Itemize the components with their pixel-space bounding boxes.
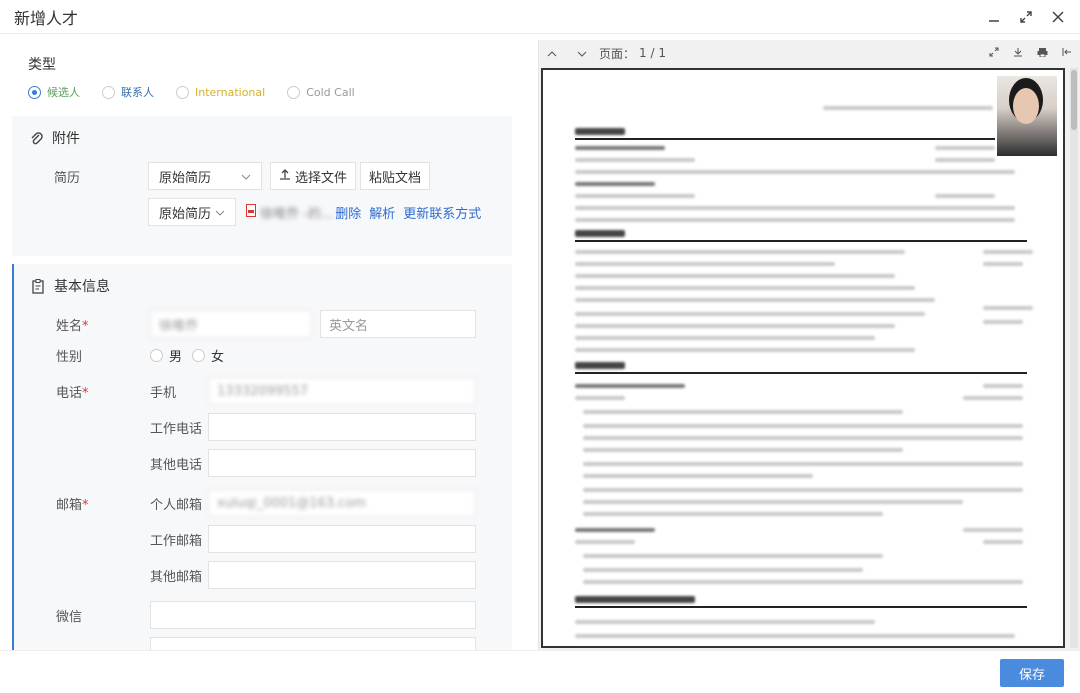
chevron-down-icon[interactable]: [577, 46, 587, 60]
required-mark: *: [82, 385, 89, 401]
radio-label: 候选人: [47, 86, 80, 99]
radio-dot: [28, 85, 41, 99]
resume-document: [541, 68, 1065, 648]
chevron-down-icon: [215, 205, 225, 220]
preview-scrollbar[interactable]: [1070, 68, 1078, 648]
close-icon[interactable]: [1050, 9, 1066, 25]
radio-dot: [192, 349, 206, 362]
gender-radio-female[interactable]: 女: [192, 346, 224, 365]
resume-type-select[interactable]: 原始简历: [148, 162, 262, 190]
talent-form: 类型 候选人 联系人 International Cold Call 附件 简历…: [0, 40, 520, 650]
radio-dot: [287, 85, 301, 99]
dialog-footer: 保存: [0, 650, 1080, 693]
resume-photo: [997, 76, 1057, 156]
label-text: 姓名: [56, 318, 83, 334]
radio-label: 女: [211, 350, 225, 365]
mobile-input[interactable]: 13332099557: [208, 377, 476, 405]
minimize-icon[interactable]: [986, 9, 1002, 25]
radio-label: International: [195, 85, 266, 99]
work-phone-label: 工作电话: [150, 421, 203, 437]
attachment-title: 附件: [52, 131, 80, 147]
chevron-down-icon: [241, 169, 251, 184]
update-contact-link[interactable]: 更新联系方式: [403, 203, 481, 222]
english-name-input[interactable]: 英文名: [320, 310, 476, 338]
attachment-card: 附件 简历 原始简历 选择文件 粘贴文档 原始简历 徐唯乔 -的... 删除 解…: [12, 116, 512, 256]
radio-dot: [102, 85, 115, 99]
clipboard-icon: [30, 278, 46, 294]
choose-file-button[interactable]: 选择文件: [270, 162, 357, 190]
resume-preview-pane: 页面： 1 / 1: [538, 40, 1080, 650]
label-text: 电话: [56, 385, 83, 401]
wechat-label: 微信: [56, 609, 83, 625]
radio-dot: [176, 85, 189, 99]
print-icon[interactable]: [1037, 46, 1048, 60]
name-input[interactable]: 徐唯乔: [150, 310, 312, 338]
scrollbar-thumb[interactable]: [1071, 70, 1077, 130]
radio-label: Cold Call: [306, 85, 355, 99]
extra-input[interactable]: [150, 637, 476, 650]
basic-info-title: 基本信息: [54, 279, 110, 295]
preview-toolbar: 页面： 1 / 1: [539, 40, 1080, 66]
dialog-title-bar: 新增人才: [0, 0, 1080, 34]
expand-icon[interactable]: [1018, 9, 1034, 25]
other-email-label: 其他邮箱: [150, 569, 203, 585]
type-radio-international[interactable]: International: [176, 85, 266, 99]
work-phone-input[interactable]: [208, 413, 476, 441]
other-phone-input[interactable]: [208, 449, 476, 477]
email-label: 邮箱*: [30, 494, 150, 513]
other-phone-label: 其他电话: [150, 457, 203, 473]
personal-email-label: 个人邮箱: [150, 497, 203, 513]
work-email-label: 工作邮箱: [150, 533, 203, 549]
download-icon[interactable]: [1013, 46, 1023, 60]
select-value: 原始简历: [159, 206, 212, 222]
button-label: 选择文件: [295, 170, 348, 186]
parse-link[interactable]: 解析: [369, 203, 395, 222]
gender-label: 性别: [56, 350, 83, 365]
resume-label: 简历: [54, 170, 81, 186]
page-label: 页面：: [599, 46, 636, 61]
chevron-up-icon[interactable]: [547, 46, 557, 60]
gender-radio-male[interactable]: 男: [150, 346, 182, 365]
phone-label: 电话*: [30, 382, 150, 401]
paste-doc-button[interactable]: 粘贴文档: [360, 162, 431, 190]
required-mark: *: [82, 318, 89, 334]
resume-file-name[interactable]: 徐唯乔 -的...: [260, 203, 333, 222]
pdf-icon: [246, 203, 256, 221]
page-indicator: 1 / 1: [639, 46, 666, 60]
type-radio-cold-call[interactable]: Cold Call: [287, 85, 355, 99]
personal-email-input[interactable]: xuluqi_0001@163.com: [208, 489, 476, 517]
other-email-input[interactable]: [208, 561, 476, 589]
type-radio-candidate[interactable]: 候选人: [28, 84, 80, 100]
type-radio-contact[interactable]: 联系人: [102, 84, 154, 100]
select-value: 原始简历: [159, 170, 212, 186]
work-email-input[interactable]: [208, 525, 476, 553]
dialog-title: 新增人才: [14, 8, 79, 28]
basic-info-card: 基本信息 姓名* 徐唯乔 英文名 性别 男 女 电话* 手机 133320995…: [12, 264, 512, 650]
wechat-input[interactable]: [150, 601, 476, 629]
name-label: 姓名*: [30, 315, 150, 334]
mobile-label: 手机: [150, 385, 177, 401]
radio-label: 男: [169, 350, 183, 365]
save-button[interactable]: 保存: [1000, 659, 1064, 687]
collapse-icon[interactable]: [1062, 46, 1072, 60]
attachment-icon: [28, 130, 44, 146]
radio-dot: [150, 349, 163, 362]
required-mark: *: [82, 497, 89, 513]
upload-icon: [279, 168, 291, 184]
type-section: 类型 候选人 联系人 International Cold Call: [0, 40, 520, 110]
type-label: 类型: [28, 57, 56, 73]
radio-label: 联系人: [121, 86, 154, 99]
resume-version-select[interactable]: 原始简历: [148, 198, 236, 226]
fullscreen-icon[interactable]: [989, 46, 999, 60]
label-text: 邮箱: [56, 497, 83, 513]
delete-link[interactable]: 删除: [335, 203, 361, 222]
